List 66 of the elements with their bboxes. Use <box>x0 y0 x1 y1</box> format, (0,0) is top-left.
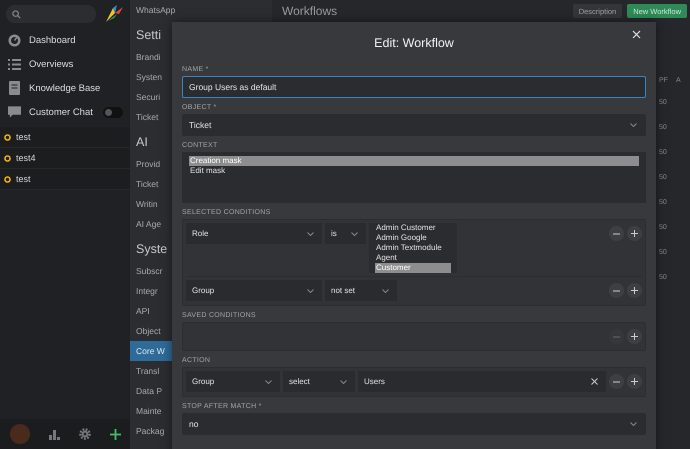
logo-icon[interactable] <box>104 4 124 24</box>
plus-icon[interactable] <box>110 428 120 440</box>
ring-icon <box>4 134 11 140</box>
list-option[interactable]: Admin Textmodule <box>375 243 451 253</box>
list-option[interactable]: Agent <box>375 253 451 263</box>
object-select[interactable]: Ticket <box>182 114 646 136</box>
minus-icon <box>613 232 620 234</box>
ring-icon <box>4 176 11 182</box>
nav-item[interactable]: Knowledge Base <box>0 76 130 100</box>
plus-icon <box>631 287 638 294</box>
minus-icon <box>613 290 620 292</box>
page-title: Workflows <box>282 4 338 18</box>
value-field[interactable]: Users <box>358 371 606 392</box>
clear-icon[interactable] <box>591 378 598 385</box>
remove-button[interactable] <box>609 374 624 389</box>
toggle-switch[interactable] <box>103 106 123 118</box>
list-option[interactable]: Admin Customer <box>375 223 451 233</box>
plus-icon <box>631 378 638 385</box>
minus-icon <box>613 336 620 338</box>
chevron-icon <box>307 288 314 292</box>
remove-button[interactable] <box>609 283 624 298</box>
chat-icon <box>8 106 21 118</box>
ring-icon <box>4 154 11 162</box>
chevron-icon <box>630 123 637 127</box>
close-icon[interactable] <box>632 30 641 39</box>
name-input[interactable]: Group Users as default <box>182 76 646 98</box>
chevron-icon <box>307 232 314 236</box>
section-heading: AI <box>135 134 149 151</box>
stop-after-match-select[interactable]: no <box>182 413 646 435</box>
bar-chart-icon[interactable] <box>48 428 60 440</box>
chevron-icon <box>382 288 389 292</box>
add-button[interactable] <box>627 374 642 389</box>
settings-item[interactable]: WhatsApp <box>130 0 272 20</box>
chevron-icon <box>630 422 637 426</box>
search-icon <box>12 10 21 18</box>
chevron-icon <box>351 232 358 236</box>
minus-icon <box>613 380 620 382</box>
attribute-select[interactable]: Group <box>186 371 280 392</box>
chevron-icon <box>265 380 272 384</box>
operator-select[interactable]: select <box>283 371 355 392</box>
operator-select[interactable]: is <box>325 223 366 244</box>
section-heading: Setti <box>135 27 162 44</box>
operator-select[interactable]: not set <box>325 280 397 301</box>
search-field[interactable] <box>6 5 96 23</box>
add-button[interactable] <box>627 283 642 298</box>
nav-item[interactable]: Customer Chat <box>0 100 130 124</box>
section-heading: Syste <box>135 241 168 258</box>
attribute-select[interactable]: Role <box>186 223 322 244</box>
list-option[interactable]: Edit mask <box>189 166 639 176</box>
nav-item[interactable]: Overviews <box>0 52 130 76</box>
plus-icon <box>631 230 638 237</box>
list-option[interactable]: Admin Google <box>375 233 451 243</box>
settings-icon[interactable] <box>78 428 90 440</box>
remove-button[interactable] <box>609 226 624 241</box>
add-button[interactable] <box>627 226 642 241</box>
plus-icon <box>631 333 638 340</box>
context-listbox[interactable]: Creation mask Edit mask <box>182 152 646 203</box>
nav-item[interactable]: Dashboard <box>0 28 130 52</box>
chevron-icon <box>340 380 347 384</box>
add-button[interactable] <box>627 329 642 344</box>
document-icon <box>8 81 21 95</box>
gauge-icon <box>8 34 21 46</box>
list-icon <box>8 58 21 70</box>
attribute-select[interactable]: Group <box>186 280 322 301</box>
value-listbox[interactable]: Admin Customer Admin Google Admin Textmodule Agent Customer <box>369 223 457 273</box>
dialog-title: Edit: Workflow <box>374 36 454 50</box>
